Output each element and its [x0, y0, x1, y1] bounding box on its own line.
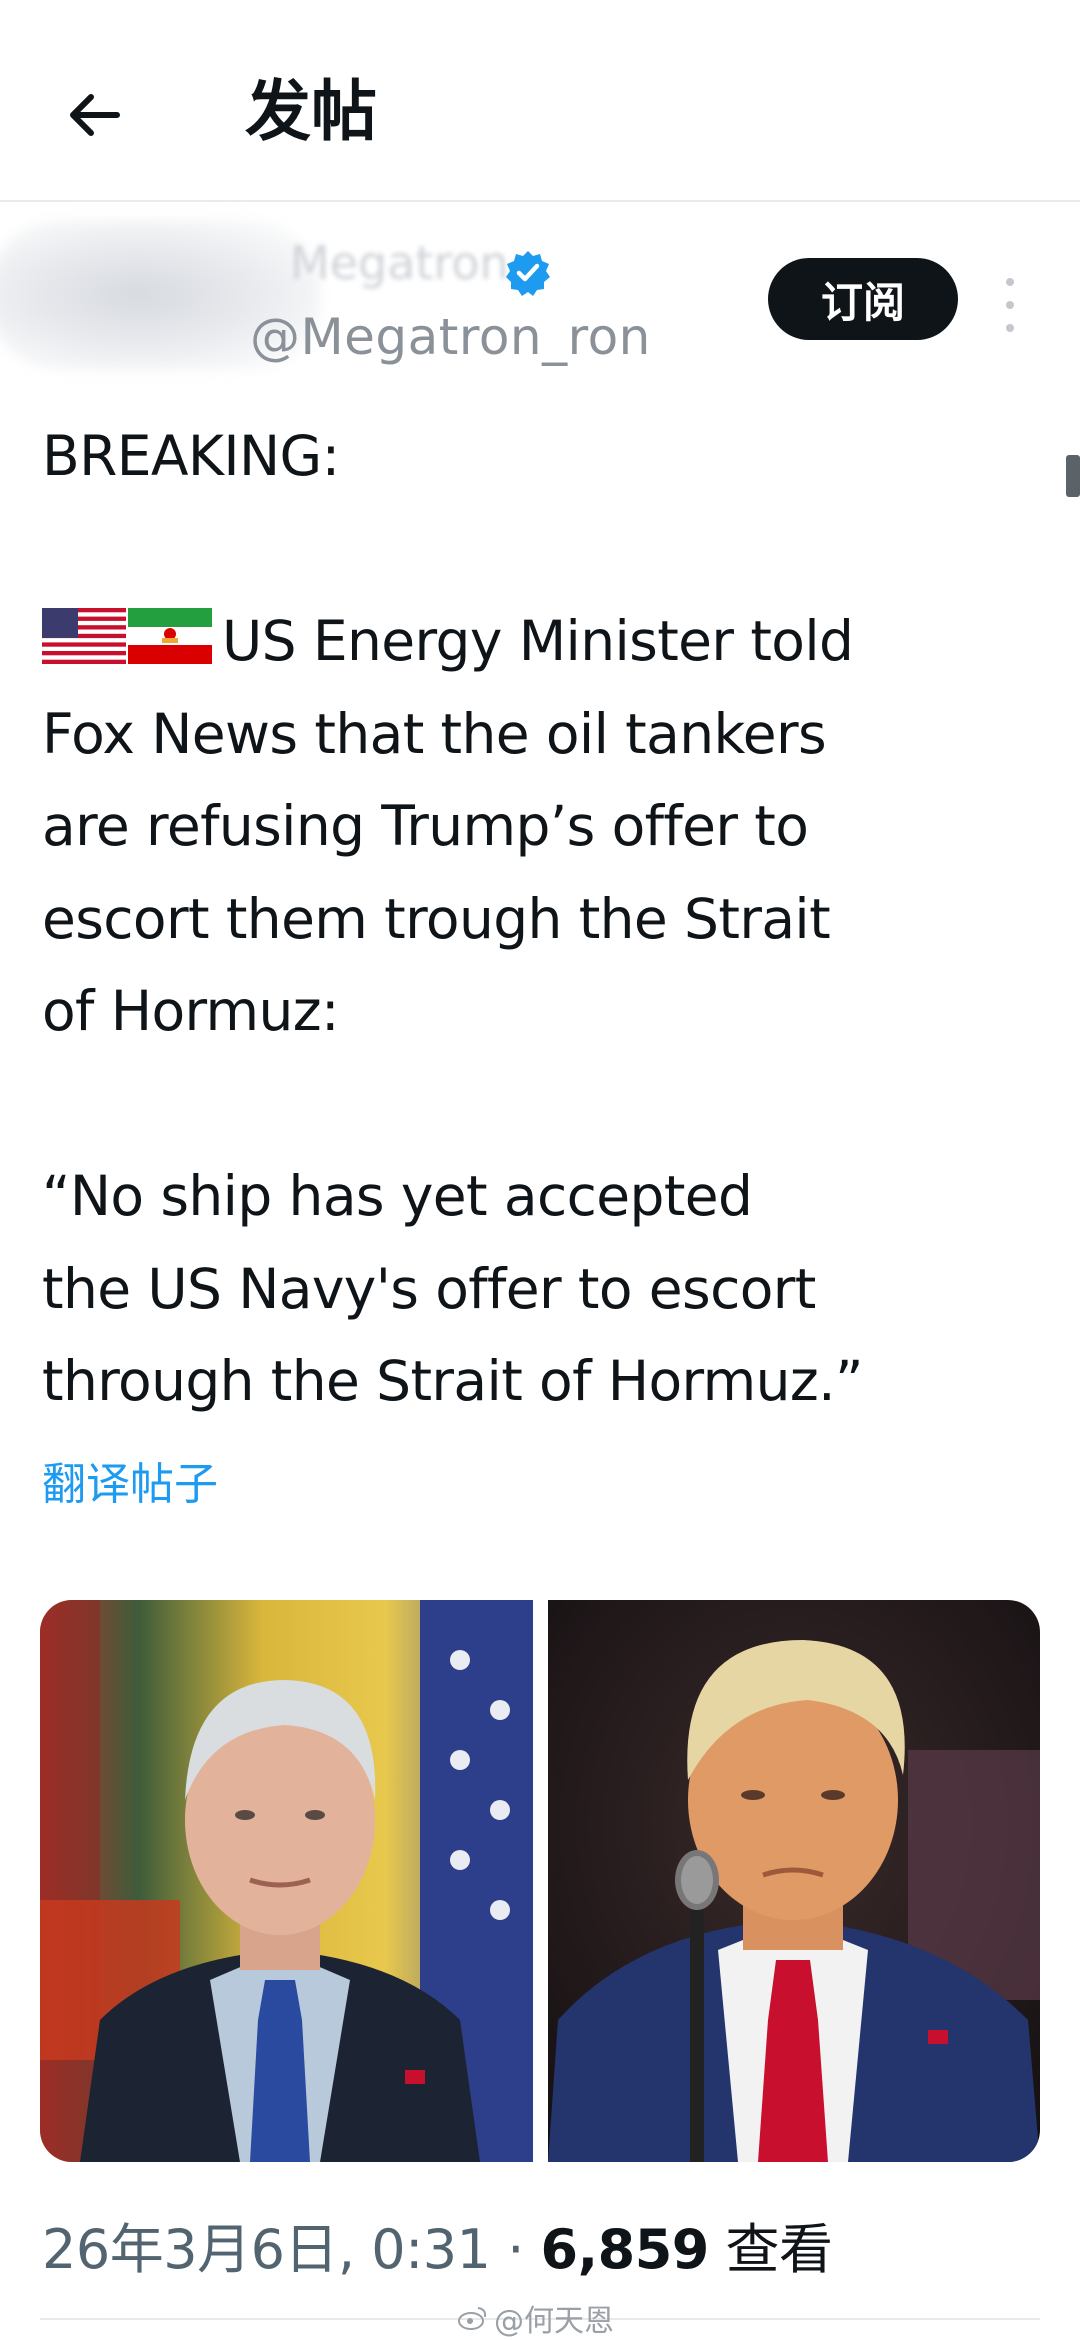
- page-title: 发帖: [245, 73, 377, 150]
- top-bar: 发帖: [0, 0, 1080, 202]
- tweet-line: are refusing Trump’s offer to: [42, 794, 809, 858]
- tweet-line: the US Navy's offer to escort: [42, 1256, 816, 1321]
- author-row: Megatron @Megatron_ron 订阅: [0, 200, 1080, 497]
- weibo-logo-icon: [458, 2307, 487, 2330]
- watermark-text: @何天恩: [494, 2304, 614, 2339]
- tweet-line: BREAKING:: [42, 424, 340, 488]
- tweet-line: of Hormuz:: [42, 979, 340, 1043]
- tweet-timestamp[interactable]: 26年3月6日, 0:31: [42, 2218, 491, 2281]
- arrow-left-icon: [70, 94, 120, 136]
- tweet-line: “No ship has yet accepted: [42, 1164, 753, 1228]
- meta-separator: ·: [507, 2218, 524, 2281]
- subscribe-button[interactable]: 订阅: [768, 258, 958, 340]
- watermark: @何天恩: [458, 2296, 614, 2340]
- tweet-line: US Energy Minister told: [42, 595, 1052, 688]
- verified-badge-icon: [506, 251, 550, 296]
- more-vertical-icon: [1006, 278, 1014, 286]
- iran-flag-icon: [128, 608, 212, 664]
- tweet-line: through the Strait of Hormuz.”: [42, 1349, 863, 1413]
- tweet-line: escort them trough the Strait: [42, 886, 831, 951]
- views-label: 查看: [725, 2218, 834, 2281]
- us-flag-icon: [42, 608, 126, 664]
- tweet-photo-right[interactable]: [548, 1600, 1040, 2162]
- tweet-meta: 26年3月6日, 0:31 · 6,859 查看: [42, 2205, 833, 2284]
- scrollbar[interactable]: [1066, 455, 1080, 497]
- author-handle[interactable]: @Megatron_ron: [250, 308, 651, 366]
- translate-post-link[interactable]: 翻译帖子: [42, 1448, 218, 1512]
- tweet-line: Fox News that the oil tankers: [42, 701, 827, 766]
- tweet-text: BREAKING: US Energy Minister told Fox Ne…: [42, 410, 1052, 1428]
- tweet-photo-left[interactable]: [40, 1600, 533, 2162]
- back-button[interactable]: [50, 70, 140, 160]
- author-display-name[interactable]: Megatron: [290, 236, 509, 290]
- more-options-button[interactable]: [995, 270, 1025, 340]
- views-count[interactable]: 6,859: [541, 2218, 710, 2281]
